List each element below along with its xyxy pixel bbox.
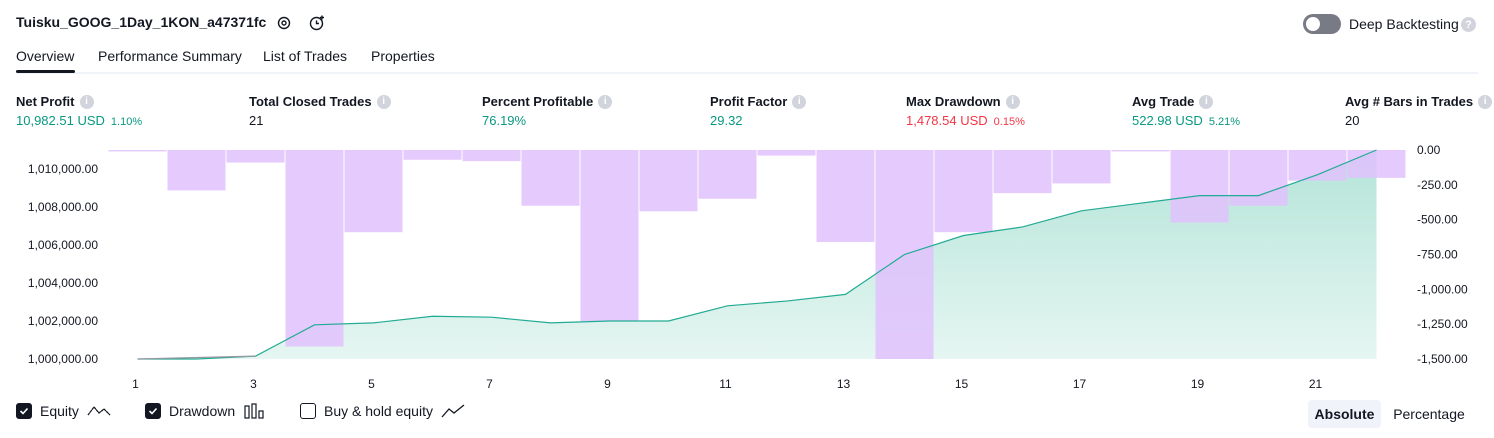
right-axis-tick-label: -750.00 (1417, 248, 1458, 262)
drawdown-label: Drawdown (169, 403, 236, 419)
drawdown-bar (1229, 150, 1288, 206)
drawdown-bars-icon (244, 403, 264, 419)
drawdown-bar (934, 150, 993, 233)
drawdown-bar (757, 150, 816, 156)
drawdown-bar (1170, 150, 1229, 223)
drawdown-bar (462, 150, 521, 162)
left-axis-tick-label: 1,008,000.00 (28, 200, 98, 214)
drawdown-bar (816, 150, 875, 242)
drawdown-bar (580, 150, 639, 322)
right-axis-tick-label: -1,000.00 (1417, 282, 1468, 296)
drawdown-bar (698, 150, 757, 199)
left-axis-tick-label: 1,010,000.00 (28, 162, 98, 176)
equity-label: Equity (40, 403, 79, 419)
left-axis-tick-label: 1,006,000.00 (28, 238, 98, 252)
drawdown-bar (344, 150, 403, 233)
buy-hold-label: Buy & hold equity (324, 403, 433, 419)
x-axis-tick-label: 15 (955, 377, 969, 391)
percentage-button[interactable]: Percentage (1386, 400, 1472, 428)
drawdown-bar (993, 150, 1052, 194)
right-axis-tick-label: -250.00 (1417, 178, 1458, 192)
equity-drawdown-chart: 1,010,000.00 1,008,000.00 1,006,000.00 1,00… (28, 143, 1468, 391)
right-axis-tick-label: 0.00 (1417, 143, 1441, 157)
x-axis-tick-label: 5 (368, 377, 375, 391)
absolute-button[interactable]: Absolute (1308, 400, 1381, 428)
right-axis-tick-label: -500.00 (1417, 213, 1458, 227)
drawdown-bar (285, 150, 344, 347)
equity-toggle[interactable]: Equity (16, 403, 111, 419)
left-axis-tick-label: 1,002,000.00 (28, 314, 98, 328)
drawdown-toggle[interactable]: Drawdown (145, 403, 265, 419)
x-axis-tick-label: 17 (1073, 377, 1087, 391)
drawdown-bar (108, 150, 167, 152)
right-axis-tick-label: -1,500.00 (1417, 352, 1468, 366)
x-axis-tick-label: 1 (132, 377, 139, 391)
left-axis-tick-label: 1,000,000.00 (28, 352, 98, 366)
drawdown-bar (639, 150, 698, 212)
buy-hold-line-icon (441, 404, 465, 418)
x-axis-tick-label: 3 (250, 377, 257, 391)
drawdown-bar (1347, 150, 1406, 178)
equity-line-icon (87, 406, 111, 416)
x-axis-tick-label: 13 (837, 377, 851, 391)
x-axis-tick-label: 9 (604, 377, 611, 391)
x-axis-tick-label: 7 (486, 377, 493, 391)
drawdown-bar (521, 150, 580, 206)
x-axis-tick-label: 19 (1191, 377, 1205, 391)
drawdown-bar (167, 150, 226, 191)
drawdown-bar (226, 150, 285, 163)
drawdown-bar (1111, 150, 1170, 152)
drawdown-bar (1288, 150, 1347, 181)
x-axis-tick-label: 11 (719, 377, 732, 391)
drawdown-bar (1052, 150, 1111, 184)
left-axis-tick-label: 1,004,000.00 (28, 276, 98, 290)
buy-hold-checkbox[interactable] (300, 403, 316, 419)
drawdown-checkbox[interactable] (145, 403, 161, 419)
right-axis-tick-label: -1,250.00 (1417, 317, 1468, 331)
x-axis-tick-label: 21 (1309, 377, 1323, 391)
buy-hold-toggle[interactable]: Buy & hold equity (300, 403, 465, 419)
drawdown-bar (403, 150, 462, 160)
equity-checkbox[interactable] (16, 403, 32, 419)
